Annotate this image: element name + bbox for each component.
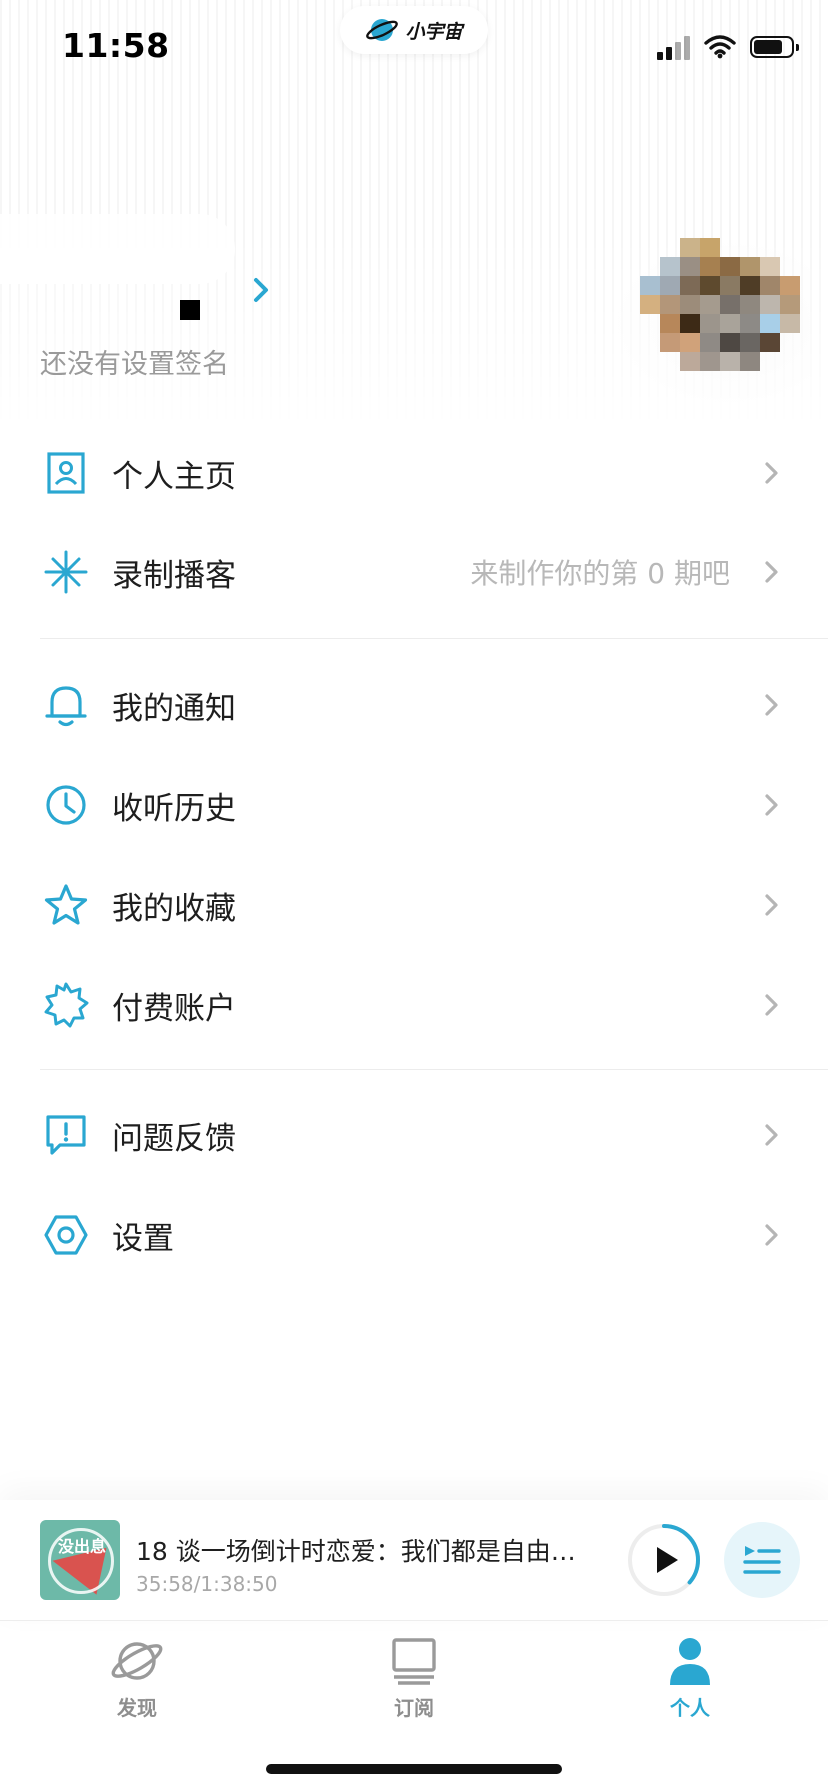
menu-item-history[interactable]: 收听历史 xyxy=(0,760,828,850)
planet-logo-icon xyxy=(366,19,399,41)
tab-subscribe[interactable]: 订阅 xyxy=(344,1636,484,1726)
tab-label: 订阅 xyxy=(394,1696,434,1720)
menu-label: 录制播客 xyxy=(112,557,236,594)
episode-title[interactable]: 18 谈一场倒计时恋爱：我们都是自由… xyxy=(136,1532,576,1568)
mini-player[interactable]: 没出息 18 谈一场倒计时恋爱：我们都是自由… 35:58/1:38:50 xyxy=(0,1500,828,1621)
hexagon-settings-icon xyxy=(42,1211,90,1259)
menu-label: 我的收藏 xyxy=(112,890,236,927)
feedback-bubble-icon xyxy=(42,1111,90,1159)
signature-text[interactable]: 还没有设置签名 xyxy=(40,342,229,381)
avatar[interactable] xyxy=(640,238,800,388)
planet-icon xyxy=(111,1642,163,1680)
menu-item-paid-account[interactable]: 付费账户 xyxy=(0,960,828,1050)
menu-label: 个人主页 xyxy=(112,458,236,495)
menu-item-record-podcast[interactable]: 录制播客 来制作你的第 0 期吧 xyxy=(0,527,828,617)
menu-item-homepage[interactable]: 个人主页 xyxy=(0,428,828,518)
cellular-signal-icon xyxy=(657,34,690,60)
nickname-area[interactable] xyxy=(0,214,235,284)
chevron-right-icon xyxy=(765,1224,778,1246)
bell-icon xyxy=(42,681,90,729)
section-divider xyxy=(40,638,828,639)
chevron-right-icon xyxy=(765,694,778,716)
chevron-right-icon xyxy=(765,794,778,816)
chevron-right-icon xyxy=(765,994,778,1016)
section-divider xyxy=(40,1069,828,1070)
clock-icon xyxy=(42,781,90,829)
chevron-right-icon xyxy=(765,1124,778,1146)
tab-discover[interactable]: 发现 xyxy=(67,1636,207,1726)
menu-item-settings[interactable]: 设置 xyxy=(0,1190,828,1280)
menu-label: 付费账户 xyxy=(112,990,236,1027)
tab-me[interactable]: 个人 xyxy=(620,1636,760,1726)
menu-label: 问题反馈 xyxy=(112,1120,236,1157)
app-name: 小宇宙 xyxy=(405,20,463,43)
menu-hint: 来制作你的第 0 期吧 xyxy=(470,557,730,590)
star-icon xyxy=(42,881,90,929)
badge-burst-icon xyxy=(42,981,90,1029)
app-badge[interactable]: 小宇宙 xyxy=(340,6,488,54)
play-icon xyxy=(657,1547,678,1573)
wifi-icon xyxy=(704,35,736,59)
play-button[interactable] xyxy=(626,1522,702,1598)
home-indicator xyxy=(266,1764,562,1774)
tab-label: 个人 xyxy=(670,1696,710,1720)
battery-icon xyxy=(750,36,799,58)
menu-label: 收听历史 xyxy=(112,790,236,827)
monitor-icon xyxy=(392,1638,436,1685)
chevron-right-icon xyxy=(765,894,778,916)
chevron-right-icon xyxy=(765,561,778,583)
person-icon xyxy=(670,1638,710,1685)
menu-label: 我的通知 xyxy=(112,690,236,727)
nickname-glyph xyxy=(180,300,200,320)
cover-text: 没出息 xyxy=(58,1537,107,1556)
tab-label: 发现 xyxy=(117,1696,157,1720)
episode-progress-time: 35:58/1:38:50 xyxy=(136,1572,278,1596)
profile-card-icon xyxy=(42,449,90,497)
tab-bar: 发现 订阅 个人 xyxy=(0,1622,828,1742)
playlist-icon xyxy=(743,1546,781,1574)
status-time: 11:58 xyxy=(62,26,170,65)
sparkle-record-icon xyxy=(42,548,90,596)
menu-item-feedback[interactable]: 问题反馈 xyxy=(0,1090,828,1180)
menu-item-notifications[interactable]: 我的通知 xyxy=(0,660,828,750)
playlist-button[interactable] xyxy=(724,1522,800,1598)
profile-edit-arrow-icon[interactable] xyxy=(250,275,272,305)
menu-label: 设置 xyxy=(112,1220,174,1257)
episode-cover[interactable]: 没出息 xyxy=(40,1520,120,1600)
chevron-right-icon xyxy=(765,462,778,484)
menu-item-favorites[interactable]: 我的收藏 xyxy=(0,860,828,950)
status-indicators xyxy=(657,34,799,60)
